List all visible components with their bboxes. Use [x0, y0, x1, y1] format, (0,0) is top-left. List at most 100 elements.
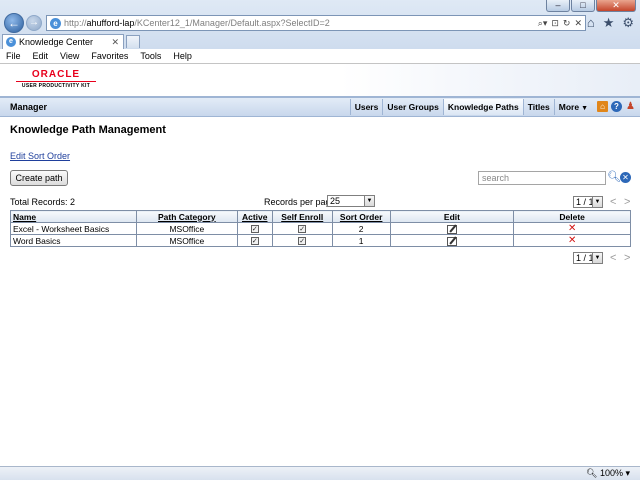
knowledge-paths-table: Name Path Category Active Self Enroll So…: [10, 210, 631, 247]
tab-row: e Knowledge Center ✕: [0, 34, 640, 49]
menu-file[interactable]: File: [6, 51, 21, 61]
col-header-self-enroll[interactable]: Self Enroll: [271, 210, 333, 223]
tab-title: Knowledge Center: [19, 37, 94, 47]
back-button[interactable]: ←: [4, 13, 24, 33]
menu-bar: File Edit View Favorites Tools Help: [0, 49, 640, 64]
ie-tab-icon: e: [6, 37, 16, 47]
cell-sort-order: 2: [331, 222, 391, 235]
new-tab-button[interactable]: [126, 35, 140, 48]
edit-icon[interactable]: [446, 236, 457, 246]
cell-name: Excel - Worksheet Basics: [10, 222, 137, 235]
active-checkbox[interactable]: ✓: [250, 225, 259, 234]
address-url[interactable]: http://ahufford-lap/KCenter12_1/Manager/…: [64, 18, 330, 28]
table-row: Word Basics MSOffice ✓ ✓ 1 ✕: [10, 234, 631, 247]
nav-knowledge-paths[interactable]: Knowledge Paths: [442, 99, 523, 115]
cell-edit: [389, 234, 515, 247]
maximize-button[interactable]: □: [571, 0, 595, 12]
nav-titles[interactable]: Titles: [522, 99, 554, 115]
col-header-delete: Delete: [513, 210, 631, 223]
next-page-icon[interactable]: >: [624, 252, 630, 264]
edit-sort-order-link[interactable]: Edit Sort Order: [10, 151, 70, 161]
prev-page-icon[interactable]: <: [610, 252, 616, 264]
nav-more[interactable]: More ▼: [553, 99, 592, 115]
tools-gear-icon[interactable]: ⚙: [622, 15, 634, 31]
col-header-name[interactable]: Name: [10, 210, 137, 223]
menu-view[interactable]: View: [60, 51, 79, 61]
caret-down-icon: ▼: [581, 105, 588, 112]
pager-value-top: 1 / 1: [576, 197, 594, 207]
search-input[interactable]: [478, 171, 606, 185]
oracle-upk-logo: ORACLE USER PRODUCTIVITY KIT: [16, 70, 96, 89]
compatibility-icon[interactable]: ⊡: [551, 18, 559, 29]
edit-icon[interactable]: [446, 224, 457, 234]
records-per-page-select[interactable]: 25 ▼: [327, 195, 375, 207]
ie-page-icon: e: [50, 17, 61, 29]
col-header-active[interactable]: Active: [236, 210, 273, 223]
create-path-button[interactable]: Create path: [10, 170, 68, 186]
col-header-edit: Edit: [389, 210, 515, 223]
stop-icon[interactable]: ✕: [574, 18, 582, 29]
zoom-level[interactable]: 🔍︎ 100% ▾: [586, 468, 630, 479]
manager-icons: ⌂ ? ♟: [597, 101, 636, 112]
title-bar: – □ ✕: [0, 0, 640, 12]
minimize-button[interactable]: –: [546, 0, 570, 12]
refresh-icon[interactable]: ↻: [563, 18, 571, 29]
browser-chrome: – □ ✕ ← → e http://ahufford-lap/KCenter1…: [0, 0, 640, 64]
total-records: Total Records: 2: [10, 197, 76, 207]
search-icon[interactable]: 🔍︎: [607, 171, 621, 183]
self-enroll-checkbox[interactable]: ✓: [298, 225, 307, 234]
pager-select-bottom[interactable]: 1 / 1 ▼: [573, 252, 603, 264]
dropdown-caret-icon[interactable]: ▼: [592, 197, 602, 207]
nav-user-groups[interactable]: User Groups: [382, 99, 443, 115]
logo-product: USER PRODUCTIVITY KIT: [21, 83, 91, 89]
nav-more-label: More: [558, 102, 580, 112]
next-page-icon[interactable]: >: [624, 196, 630, 208]
cell-name: Word Basics: [10, 234, 137, 247]
pager-select-top[interactable]: 1 / 1 ▼: [573, 196, 603, 208]
close-window-button[interactable]: ✕: [596, 0, 636, 12]
manager-title: Manager: [10, 102, 48, 112]
menu-edit[interactable]: Edit: [33, 51, 49, 61]
dropdown-caret-icon[interactable]: ▼: [364, 196, 374, 206]
col-header-path-category[interactable]: Path Category: [135, 210, 238, 223]
logo-brand: ORACLE: [31, 69, 81, 80]
cell-active: ✓: [236, 222, 273, 235]
home-icon[interactable]: ⌂: [597, 101, 608, 112]
menu-favorites[interactable]: Favorites: [91, 51, 128, 61]
address-tools: ⌕▾ ⊡ ↻ ✕: [538, 18, 585, 29]
tab-close-icon[interactable]: ✕: [111, 37, 119, 48]
zoom-icon: 🔍︎: [585, 468, 598, 478]
browser-toolbar-icons: ⌂ ★ ⚙: [587, 15, 634, 31]
table-header-row: Name Path Category Active Self Enroll So…: [10, 210, 631, 223]
pager-value-bottom: 1 / 1: [576, 253, 594, 263]
search-dropdown-icon[interactable]: ⌕▾: [538, 18, 548, 29]
cell-delete: ✕: [513, 222, 631, 235]
cell-edit: [389, 222, 515, 235]
address-bar[interactable]: e http://ahufford-lap/KCenter12_1/Manage…: [46, 15, 586, 31]
table-row: Excel - Worksheet Basics MSOffice ✓ ✓ 2 …: [10, 222, 631, 235]
menu-help[interactable]: Help: [173, 51, 192, 61]
cell-delete: ✕: [513, 234, 631, 247]
manager-nav: Users User Groups Knowledge Paths Titles…: [349, 99, 592, 115]
browser-tab-knowledge-center[interactable]: e Knowledge Center ✕: [2, 34, 124, 49]
clear-search-icon[interactable]: ✕: [620, 172, 631, 183]
self-enroll-checkbox[interactable]: ✓: [298, 237, 307, 246]
page-title: Knowledge Path Management: [10, 124, 166, 136]
cell-self-enroll: ✓: [271, 234, 333, 247]
home-icon[interactable]: ⌂: [587, 15, 595, 31]
help-icon[interactable]: ?: [611, 101, 622, 112]
forward-button[interactable]: →: [26, 15, 42, 31]
delete-icon[interactable]: ✕: [568, 235, 576, 246]
cell-active: ✓: [236, 234, 273, 247]
delete-icon[interactable]: ✕: [568, 223, 576, 234]
app-header: ORACLE USER PRODUCTIVITY KIT: [0, 64, 640, 96]
nav-users[interactable]: Users: [349, 99, 383, 115]
active-checkbox[interactable]: ✓: [250, 237, 259, 246]
logout-icon[interactable]: ♟: [625, 101, 636, 112]
prev-page-icon[interactable]: <: [610, 196, 616, 208]
favorites-star-icon[interactable]: ★: [603, 15, 615, 31]
col-header-sort-order[interactable]: Sort Order: [331, 210, 391, 223]
menu-tools[interactable]: Tools: [140, 51, 161, 61]
dropdown-caret-icon[interactable]: ▼: [592, 253, 602, 263]
cell-sort-order: 1: [331, 234, 391, 247]
